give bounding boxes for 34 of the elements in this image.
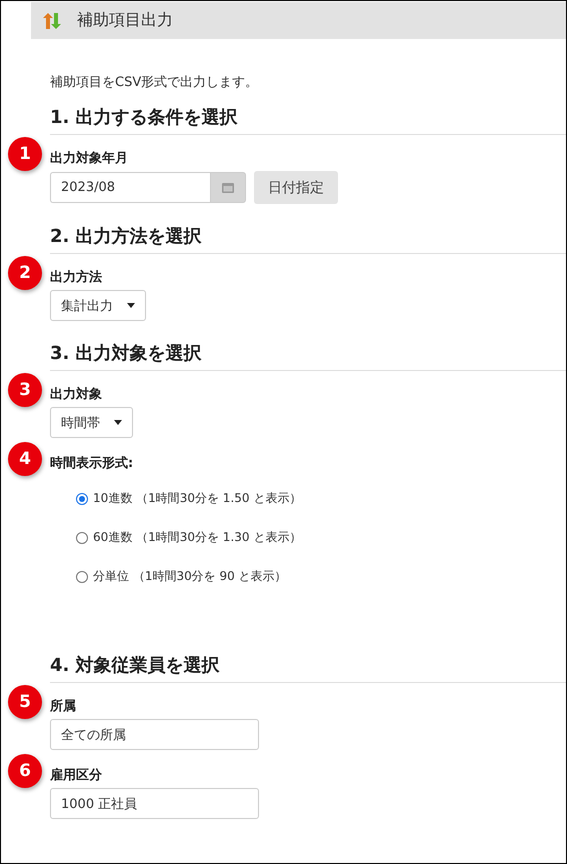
step-badge: 5: [8, 685, 42, 719]
description: 補助項目をCSV形式で出力します。: [50, 74, 260, 91]
page-title: 補助項目出力: [77, 10, 173, 31]
section-heading: 4. 対象従業員を選択: [50, 653, 566, 683]
up-down-arrows-icon: [43, 12, 61, 28]
field-label: 出力対象年月: [50, 150, 129, 167]
caret-icon: [127, 303, 135, 308]
step-badge: 4: [8, 442, 42, 476]
radio-button[interactable]: [76, 492, 88, 504]
radio-label: 10進数 （1時間30分を 1.50 と表示）: [93, 490, 302, 507]
field-label: 出力方法: [50, 268, 103, 286]
calendar-icon: [222, 182, 234, 193]
step-badge: 2: [8, 256, 42, 290]
field-label: 時間表示形式:: [50, 455, 134, 472]
section-heading: 2. 出力方法を選択: [50, 224, 566, 254]
caret-icon: [114, 420, 122, 425]
date-specify-button[interactable]: 日付指定: [254, 171, 338, 204]
step-badge: 1: [8, 137, 42, 171]
date-field[interactable]: 2023/08: [50, 172, 210, 203]
field-label: 雇用区分: [50, 766, 103, 784]
step-badge: 3: [8, 373, 42, 407]
input-field[interactable]: 1000 正社員: [50, 788, 259, 819]
step-badge: 6: [8, 754, 42, 788]
input-field[interactable]: 全ての所属: [50, 719, 259, 750]
radio-button[interactable]: [76, 570, 88, 582]
field-label: 所属: [50, 698, 77, 715]
field-label: 出力対象: [50, 386, 103, 403]
section-heading: 3. 出力対象を選択: [50, 341, 566, 371]
radio-button[interactable]: [76, 532, 88, 544]
dropdown[interactable]: 時間帯: [50, 407, 133, 438]
section-heading: 1. 出力する条件を選択: [50, 105, 566, 135]
radio-label: 60進数 （1時間30分を 1.30 と表示）: [93, 529, 302, 546]
radio-label: 分単位 （1時間30分を 90 と表示）: [93, 568, 287, 585]
dropdown[interactable]: 集計出力: [50, 290, 146, 321]
